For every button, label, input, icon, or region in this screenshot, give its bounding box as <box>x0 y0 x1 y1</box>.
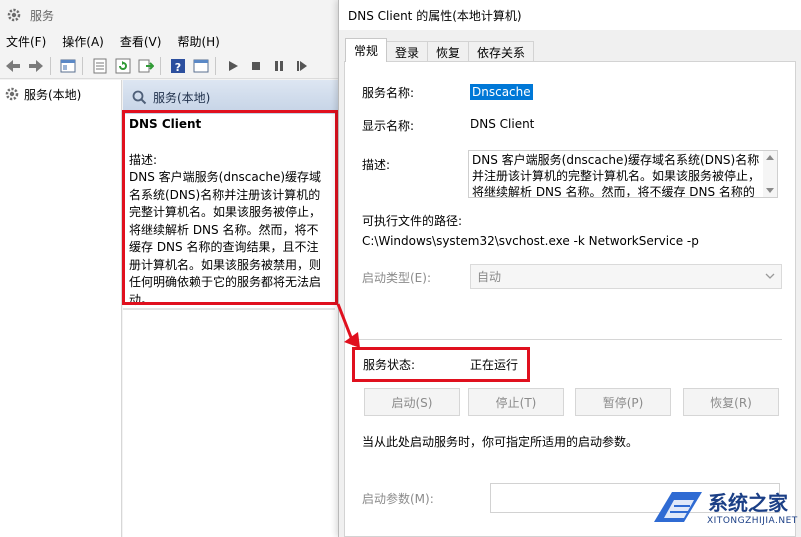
window-icon <box>193 59 209 73</box>
gear-icon <box>7 8 21 22</box>
watermark-site-url: XITONGZHIJIA.NET <box>707 516 798 526</box>
tab-dependencies[interactable]: 依存关系 <box>468 41 535 62</box>
properties-icon <box>93 58 107 74</box>
console-tree: 服务(本地) <box>0 80 122 537</box>
chevron-down-icon <box>765 273 775 279</box>
pane-header-title: 服务(本地) <box>153 90 211 105</box>
refresh-button[interactable] <box>113 56 133 76</box>
scroll-down-icon <box>766 188 774 193</box>
services-title: 服务 <box>30 8 55 23</box>
start-service-button[interactable] <box>223 56 243 76</box>
export-list-button[interactable] <box>136 56 156 76</box>
menu-action[interactable]: 操作(A) <box>54 33 112 50</box>
description-textbox[interactable]: DNS 客户端服务(dnscache)缓存域名系统(DNS)名称并注册该计算机的… <box>468 150 778 198</box>
watermark: 系统之家 XITONGZHIJIA.NET <box>650 482 800 537</box>
divider <box>357 339 782 340</box>
pane-header: 服务(本地) <box>123 80 340 114</box>
dialog-title: DNS Client 的属性(本地计算机) <box>348 8 522 23</box>
menubar: 文件(F) 操作(A) 查看(V) 帮助(H) <box>0 30 340 52</box>
export-icon <box>138 59 154 73</box>
arrow-icon <box>336 303 360 348</box>
display-name-value[interactable]: DNS Client <box>470 117 534 131</box>
pause-button[interactable]: 暂停(P) <box>575 388 671 416</box>
display-name-label: 显示名称: <box>362 119 415 133</box>
play-icon <box>229 61 238 71</box>
start-button[interactable]: 启动(S) <box>364 388 460 416</box>
service-name-label: 服务名称: <box>362 86 415 100</box>
scroll-up-icon <box>766 155 774 160</box>
back-button[interactable] <box>3 56 23 76</box>
toolbar-separator <box>160 57 161 75</box>
stop-service-button[interactable] <box>246 56 266 76</box>
dialog-titlebar: DNS Client 的属性(本地计算机) <box>339 0 801 30</box>
forward-button[interactable] <box>26 56 46 76</box>
status-highlight-box <box>352 347 530 382</box>
tree-node-label: 服务(本地) <box>24 87 82 102</box>
pane-divider <box>123 308 335 310</box>
startup-type-value: 自动 <box>477 270 502 284</box>
startup-type-select[interactable]: 自动 <box>470 264 782 289</box>
menu-view[interactable]: 查看(V) <box>112 33 170 50</box>
tab-logon[interactable]: 登录 <box>386 41 429 62</box>
watermark-site-name: 系统之家 <box>708 491 788 515</box>
pause-service-button[interactable] <box>269 56 289 76</box>
restart-icon <box>297 61 307 71</box>
properties-dialog: DNS Client 的属性(本地计算机) 常规 登录 恢复 依存关系 服务名称… <box>338 0 801 537</box>
toolbar-separator <box>82 57 83 75</box>
svg-text:?: ? <box>175 61 181 74</box>
description-label: 描述: <box>362 158 391 172</box>
restart-service-button[interactable] <box>292 56 312 76</box>
pause-icon <box>275 61 283 71</box>
tree-node-services-local[interactable]: 服务(本地) <box>0 80 121 108</box>
search-icon <box>132 90 147 105</box>
refresh-icon <box>115 58 131 74</box>
gear-icon <box>5 87 19 101</box>
toolbar-separator <box>50 57 51 75</box>
menu-help[interactable]: 帮助(H) <box>169 33 227 50</box>
screen: 服务 文件(F) 操作(A) 查看(V) 帮助(H) ? 服务(本地) 服务(本… <box>0 0 801 537</box>
start-params-hint: 当从此处启动服务时，你可指定所适用的启动参数。 <box>362 435 639 449</box>
forward-arrow-icon <box>29 60 43 72</box>
stop-button[interactable]: 停止(T) <box>468 388 564 416</box>
exe-path-label: 可执行文件的路径: <box>362 214 463 228</box>
tab-general[interactable]: 常规 <box>345 38 388 62</box>
general-tab-panel: 服务名称: Dnscache 显示名称: DNS Client 描述: DNS … <box>344 61 796 537</box>
menu-file[interactable]: 文件(F) <box>0 33 54 50</box>
properties-toolbar-button[interactable] <box>90 56 110 76</box>
console-tree-icon <box>60 59 76 73</box>
startup-type-label: 启动类型(E): <box>362 271 431 285</box>
dialog-tabs: 常规 登录 恢复 依存关系 <box>345 38 535 62</box>
resume-button[interactable]: 恢复(R) <box>683 388 779 416</box>
toolbar: ? <box>0 54 340 79</box>
help-icon: ? <box>171 59 185 74</box>
stop-icon <box>252 62 260 70</box>
help-button[interactable]: ? <box>168 56 188 76</box>
service-name-value[interactable]: Dnscache <box>470 84 533 100</box>
start-params-label: 启动参数(M): <box>362 492 434 506</box>
mmc-window-button[interactable] <box>191 56 211 76</box>
toolbar-separator <box>215 57 216 75</box>
tab-recovery[interactable]: 恢复 <box>427 41 470 62</box>
back-arrow-icon <box>6 60 20 72</box>
description-highlight-box <box>122 110 338 305</box>
site-logo-icon <box>654 492 702 522</box>
show-hide-tree-button[interactable] <box>58 56 78 76</box>
description-value: DNS 客户端服务(dnscache)缓存域名系统(DNS)名称并注册该计算机的… <box>472 153 761 198</box>
description-scrollbar[interactable] <box>763 151 777 197</box>
exe-path-value: C:\Windows\system32\svchost.exe -k Netwo… <box>362 234 699 248</box>
